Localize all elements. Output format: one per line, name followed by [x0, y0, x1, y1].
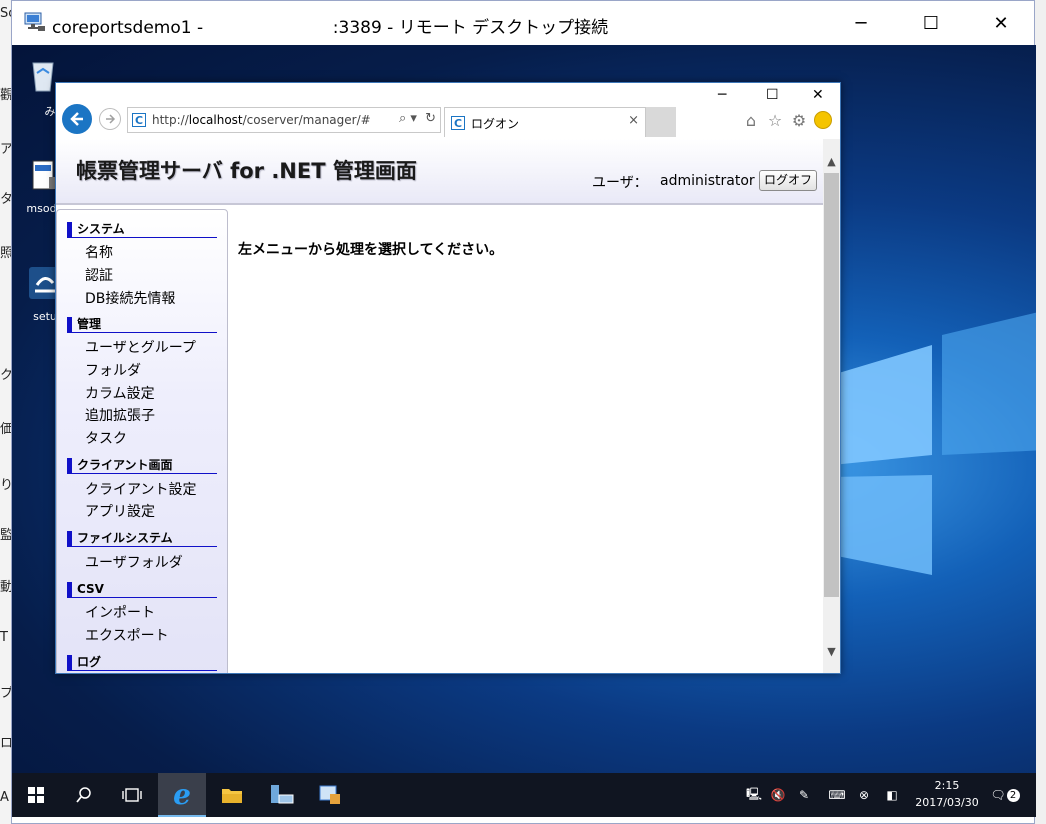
menu-section-csv: CSV	[67, 582, 217, 598]
internet-explorer-window: ─ ☐ ✕ C http://localhost/coserver/manage…	[55, 82, 841, 674]
user-label: ユーザ：	[592, 175, 648, 191]
address-url[interactable]: http://localhost/coserver/manager/#	[152, 113, 371, 127]
address-bar[interactable]: C http://localhost/coserver/manager/# ⌕ …	[127, 107, 441, 133]
tab-title: ログオン	[471, 117, 520, 131]
page-header: 帳票管理サーバ for .NET 管理画面 ユーザ： administrator…	[56, 139, 823, 205]
refresh-icon[interactable]: ↻	[425, 111, 436, 126]
keyboard-icon[interactable]: ⌨	[824, 773, 850, 817]
rdp-close-button[interactable]: ✕	[966, 1, 1036, 45]
menu-item-export[interactable]: エクスポート	[85, 625, 169, 645]
logoff-button[interactable]: ログオフ	[759, 170, 818, 191]
menu-item-app-settings[interactable]: アプリ設定	[85, 501, 155, 521]
page-viewport: 帳票管理サーバ for .NET 管理画面 ユーザ： administrator…	[56, 139, 823, 673]
menu-section-admin: 管理	[67, 317, 217, 333]
feedback-smiley-icon[interactable]	[814, 111, 832, 129]
menu-item-auth[interactable]: 認証	[85, 265, 113, 285]
menu-item-folders[interactable]: フォルダ	[85, 360, 141, 380]
user-name: administrator	[660, 173, 755, 189]
forward-button[interactable]	[99, 108, 121, 130]
folder-icon	[222, 789, 242, 803]
task-view-icon	[122, 788, 142, 802]
rdp-maximize-button[interactable]: ☐	[896, 1, 966, 45]
search-icon	[76, 787, 91, 803]
task-view-button[interactable]	[108, 773, 156, 817]
menu-section-system: システム	[67, 222, 217, 238]
tab-favicon-icon: C	[451, 116, 465, 130]
back-button[interactable]	[62, 104, 92, 134]
network-icon[interactable]: 🖳	[744, 773, 764, 817]
sidebar-menu: システム 名称 認証 DB接続先情報 管理 ユーザとグループ フォルダ カラム設…	[56, 209, 228, 673]
arrow-left-icon	[70, 112, 83, 126]
server-manager-icon	[271, 785, 294, 804]
tab-close-icon[interactable]: ×	[628, 113, 639, 128]
site-favicon-icon: C	[132, 113, 146, 127]
menu-item-name[interactable]: 名称	[85, 242, 113, 262]
start-button[interactable]	[12, 773, 60, 817]
menu-item-client-settings[interactable]: クライアント設定	[85, 479, 196, 499]
windows-logo-graphic	[832, 312, 1036, 575]
menu-item-tasks[interactable]: タスク	[85, 428, 127, 448]
underlying-text-fragment: T	[0, 630, 8, 645]
ie-maximize-button[interactable]: ☐	[766, 87, 779, 103]
search-button[interactable]	[60, 773, 108, 817]
clock-date: 2017/03/30	[915, 796, 979, 809]
menu-item-db-connection[interactable]: DB接続先情報	[85, 288, 175, 308]
scroll-up-icon[interactable]: ▲	[823, 153, 840, 170]
taskbar-file-explorer[interactable]	[208, 773, 256, 817]
settings-gear-icon[interactable]: ⚙	[790, 111, 808, 130]
search-dropdown-icon[interactable]: ⌕ ▾	[399, 111, 417, 126]
menu-item-user-folder[interactable]: ユーザフォルダ	[85, 552, 183, 572]
action-center-button[interactable]: 🗨 2	[990, 773, 1020, 817]
internet-explorer-icon: e	[173, 777, 191, 811]
new-tab-button[interactable]	[646, 107, 676, 137]
notification-count: 2	[1006, 788, 1020, 802]
underlying-text-fragment: A	[0, 790, 9, 805]
home-icon[interactable]: ⌂	[742, 111, 760, 130]
menu-item-columns[interactable]: カラム設定	[85, 383, 155, 403]
menu-section-filesystem: ファイルシステム	[67, 531, 217, 547]
taskbar-remote-desktop[interactable]	[306, 773, 354, 817]
menu-section-log: ログ	[67, 655, 217, 671]
favorites-star-icon[interactable]: ☆	[766, 111, 784, 130]
remote-desktop-app-icon	[319, 785, 340, 804]
page-title: 帳票管理サーバ for .NET 管理画面	[76, 159, 417, 183]
scroll-down-icon[interactable]: ▼	[823, 643, 840, 660]
ie-toolbar: ─ ☐ ✕ C http://localhost/coserver/manage…	[56, 83, 840, 139]
clock-time: 2:15	[934, 779, 960, 792]
taskbar: e 🖳 🔇 ✎ ⌨ ⊗ ◧ 2:15 2017/03/30 🗨 2	[12, 773, 1036, 817]
taskbar-server-manager[interactable]	[258, 773, 306, 817]
remote-desktop-window: coreportsdemo1 - :3389 - リモート デスクトップ接続 ─…	[11, 0, 1036, 824]
arrow-right-icon	[106, 114, 116, 124]
desktop-icon-label: setu	[33, 310, 57, 323]
rdp-window-title: coreportsdemo1 - :3389 - リモート デスクトップ接続	[52, 18, 609, 38]
close-circle-icon[interactable]: ⊗	[854, 773, 874, 817]
volume-muted-icon[interactable]: 🔇	[768, 773, 788, 817]
language-icon[interactable]: ◧	[882, 773, 902, 817]
windows-start-icon	[28, 787, 44, 803]
page-scrollbar[interactable]: ▲ ▼	[823, 139, 840, 673]
menu-item-import[interactable]: インポート	[85, 602, 155, 622]
taskbar-clock[interactable]: 2:15 2017/03/30	[912, 777, 982, 811]
rdp-minimize-button[interactable]: ─	[826, 1, 896, 45]
instruction-message: 左メニューから処理を選択してください。	[238, 242, 504, 258]
notification-icon: 🗨	[990, 788, 1006, 802]
menu-item-extensions[interactable]: 追加拡張子	[85, 405, 155, 425]
taskbar-internet-explorer[interactable]: e	[158, 773, 206, 817]
scroll-thumb[interactable]	[824, 173, 839, 597]
ie-minimize-button[interactable]: ─	[718, 87, 726, 103]
menu-section-client: クライアント画面	[67, 458, 217, 474]
rdp-title-bar[interactable]: coreportsdemo1 - :3389 - リモート デスクトップ接続 ─…	[12, 1, 1034, 45]
remote-desktop-icon	[24, 12, 45, 31]
pen-icon[interactable]: ✎	[794, 773, 814, 817]
menu-item-users-groups[interactable]: ユーザとグループ	[85, 337, 196, 357]
tab-logon[interactable]: C ログオン ×	[444, 107, 646, 137]
ie-close-button[interactable]: ✕	[812, 87, 824, 103]
